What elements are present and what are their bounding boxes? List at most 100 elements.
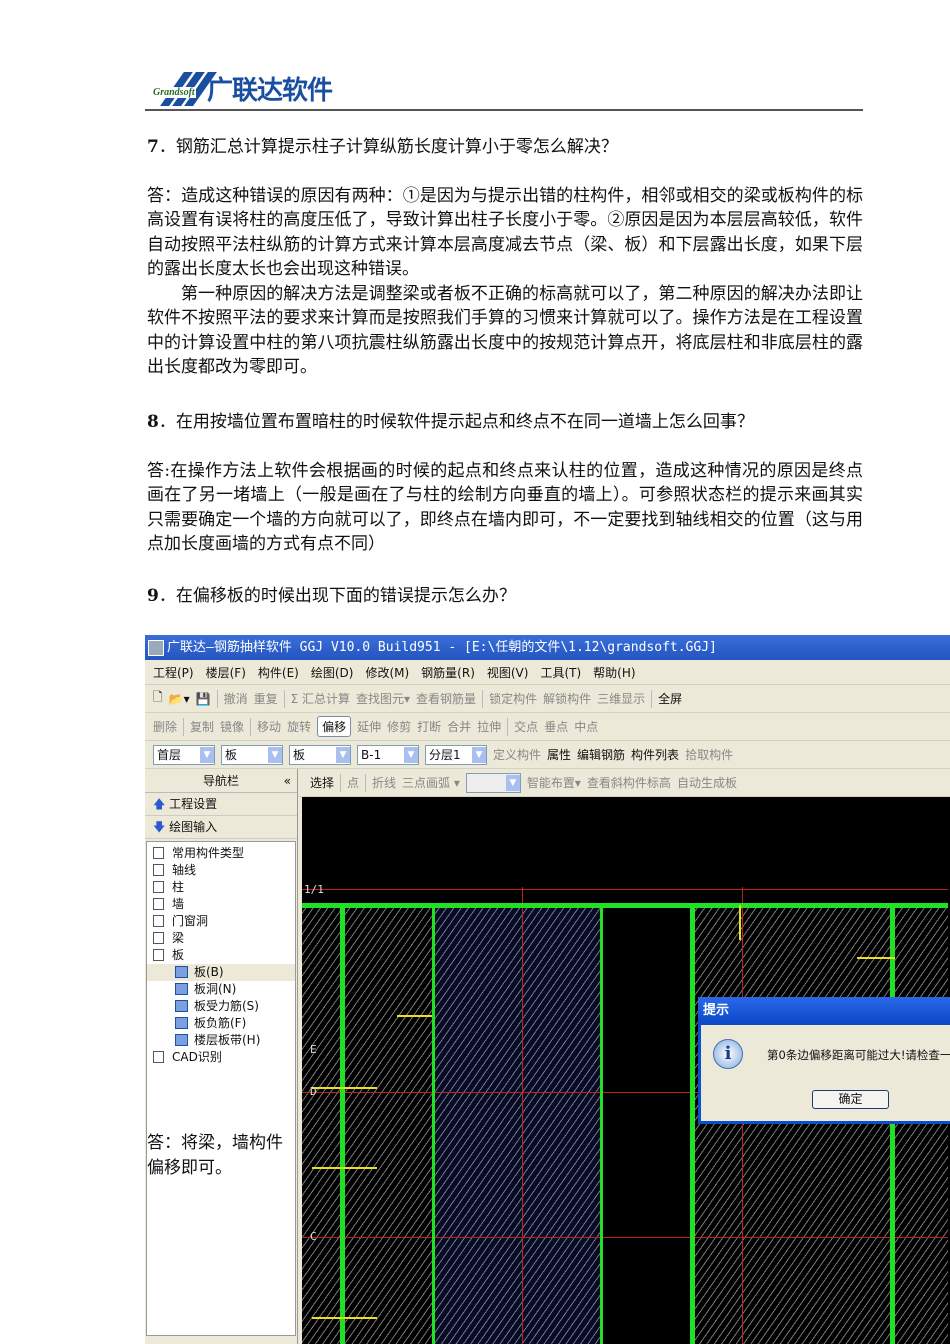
slab-hole-icon — [175, 983, 188, 995]
toolbar-standard: 🗋 📂▾ 💾 撤消 重复 Σ 汇总计算 查找图元▾ 查看钢筋量 锁定构件 解锁构件 … — [145, 685, 950, 713]
ok-button[interactable]: 确定 — [812, 1090, 889, 1109]
logo-text: 广联达软件 — [207, 76, 333, 106]
tree-item[interactable]: 楼层板带(H) — [147, 1032, 295, 1049]
define-button[interactable]: 定义构件 — [493, 746, 541, 763]
fullscreen-button[interactable]: 全屏 — [658, 690, 682, 707]
summary-calc-button[interactable]: Σ 汇总计算 — [291, 690, 350, 707]
q-title: ．在用按墙位置布置暗柱的时候软件提示起点和终点不在同一道墙上怎么回事？ — [158, 412, 754, 432]
tree-item[interactable]: 梁 — [147, 930, 295, 947]
find-element-button[interactable]: 查找图元▾ — [356, 690, 410, 707]
midpoint-button[interactable]: 中点 — [574, 718, 598, 735]
draw-option-select[interactable]: ▼ — [465, 772, 521, 793]
menu-modify[interactable]: 修改(M) — [365, 664, 409, 681]
answer-text: 答：造成这种错误的原因有两种：①是因为与提示出错的柱构件，相邻或相交的梁或板构件… — [147, 185, 863, 280]
slab-icon — [175, 966, 188, 978]
stretch-button[interactable]: 拉伸 — [477, 718, 501, 735]
slab-rebar-icon — [175, 1000, 188, 1012]
menu-tools[interactable]: 工具(T) — [540, 664, 581, 681]
delete-button[interactable]: 删除 — [153, 718, 177, 735]
menu-draw[interactable]: 绘图(D) — [311, 664, 354, 681]
tree-item[interactable]: CAD识别 — [147, 1049, 295, 1066]
point-button[interactable]: 点 — [347, 774, 359, 791]
select-button[interactable]: 选择 — [310, 774, 334, 791]
document-icon — [153, 949, 164, 961]
dialog-message: 第0条边偏移距离可能过大!请检查一下! — [767, 1048, 950, 1062]
collapse-icon[interactable]: « — [284, 769, 291, 793]
menu-project[interactable]: 工程(P) — [153, 664, 194, 681]
menu-bar: 工程(P) 楼层(F) 构件(E) 绘图(D) 修改(M) 钢筋量(R) 视图(… — [145, 660, 950, 685]
rotate-button[interactable]: 旋转 — [287, 718, 311, 735]
auto-slab-button[interactable]: 自动生成板 — [677, 774, 737, 791]
question-8: 8．在用按墙位置布置暗柱的时候软件提示起点和终点不在同一道墙上怎么回事？ 答:在… — [147, 410, 863, 557]
window-title: 广联达—钢筋抽样软件 GGJ V10.0 Build951 - [E:\任朝的文… — [145, 635, 950, 660]
tree-item[interactable]: 板 — [147, 947, 295, 964]
axis-label: D — [310, 1085, 317, 1098]
type-select[interactable]: 板 ▼ — [221, 744, 283, 765]
arc-button[interactable]: 三点画弧 ▾ — [402, 774, 460, 791]
properties-button[interactable]: 属性 — [547, 746, 571, 763]
tree-item[interactable]: 门窗洞 — [147, 913, 295, 930]
dialog-title-bar: 提示✕ — [698, 997, 950, 1025]
polyline-button[interactable]: 折线 — [372, 774, 396, 791]
nav-header: 导航栏 « — [145, 769, 297, 793]
menu-component[interactable]: 构件(E) — [258, 664, 299, 681]
mirror-button[interactable]: 镜像 — [220, 718, 244, 735]
info-icon: i — [713, 1039, 743, 1069]
pick-button[interactable]: 拾取构件 — [685, 746, 733, 763]
intersection-button[interactable]: 交点 — [514, 718, 538, 735]
copy-button[interactable]: 复制 — [190, 718, 214, 735]
layer-select[interactable]: 分层1 ▼ — [425, 744, 487, 765]
tree-item[interactable]: 轴线 — [147, 862, 295, 879]
menu-view[interactable]: 视图(V) — [487, 664, 529, 681]
menu-rebar[interactable]: 钢筋量(R) — [421, 664, 475, 681]
tree-item[interactable]: 柱 — [147, 879, 295, 896]
edit-rebar-button[interactable]: 编辑钢筋 — [577, 746, 625, 763]
offset-button[interactable]: 偏移 — [317, 716, 352, 737]
menu-floor[interactable]: 楼层(F) — [206, 664, 246, 681]
open-folder-icon[interactable]: 📂▾ — [169, 692, 190, 706]
trim-button[interactable]: 修剪 — [387, 718, 411, 735]
tree-item[interactable]: 墙 — [147, 896, 295, 913]
unlock-button[interactable]: 解锁构件 — [543, 690, 591, 707]
undo-button[interactable]: 撤消 — [224, 690, 248, 707]
component-select[interactable]: B-1 ▼ — [357, 744, 419, 765]
smart-layout-button[interactable]: 智能布置▾ — [527, 774, 581, 791]
menu-help[interactable]: 帮助(H) — [593, 664, 635, 681]
toolbar-modify: 删除 复制 镜像 移动 旋转 偏移 延伸 修剪 打断 合并 拉伸 交点 垂点 中… — [145, 713, 950, 741]
tree-item[interactable]: 常用构件类型 — [147, 845, 295, 862]
new-file-icon[interactable]: 🗋 — [153, 688, 163, 709]
document-icon — [153, 915, 164, 927]
break-button[interactable]: 打断 — [417, 718, 441, 735]
q-title: ．在偏移板的时候出现下面的错误提示怎么办？ — [158, 586, 516, 606]
subtype-select[interactable]: 板 ▼ — [289, 744, 351, 765]
drawing-canvas[interactable]: 1/1 E D C 提示✕ i 第0条边偏移距离可能过大!请检查一下! 确定 — [302, 797, 950, 1344]
document-icon — [153, 847, 164, 859]
3d-view-button[interactable]: 三维显示 — [597, 690, 645, 707]
merge-button[interactable]: 合并 — [447, 718, 471, 735]
component-list-button[interactable]: 构件列表 — [631, 746, 679, 763]
logo-mark: Grandsoft — [152, 72, 217, 106]
q-title: ．钢筋汇总计算提示柱子计算纵筋长度计算小于零怎么解决？ — [158, 137, 618, 157]
document-icon — [153, 864, 164, 876]
nav-draw-input[interactable]: 🡇 绘图输入 — [145, 816, 297, 839]
question-9: 9．在偏移板的时候出现下面的错误提示怎么办？ — [147, 584, 863, 609]
tree-item[interactable]: 板洞(N) — [147, 981, 295, 998]
nav-project-settings[interactable]: 🡅 工程设置 — [145, 793, 297, 816]
redo-button[interactable]: 重复 — [254, 690, 278, 707]
floor-select[interactable]: 首层 ▼ — [153, 744, 215, 765]
view-slope-button[interactable]: 查看斜构件标高 — [587, 774, 671, 791]
perpendicular-button[interactable]: 垂点 — [544, 718, 568, 735]
view-rebar-button[interactable]: 查看钢筋量 — [416, 690, 476, 707]
answer-text: 答:在操作方法上软件会根据画的时候的起点和终点来认柱的位置，造成这种情况的原因是… — [147, 460, 863, 555]
document-icon — [153, 932, 164, 944]
extend-button[interactable]: 延伸 — [357, 718, 381, 735]
move-button[interactable]: 移动 — [257, 718, 281, 735]
software-screenshot: 广联达—钢筋抽样软件 GGJ V10.0 Build951 - [E:\任朝的文… — [145, 635, 950, 1344]
toolbar-selectors: 首层 ▼ 板 ▼ 板 ▼ B-1 ▼ 分层1 ▼ 定义构件 属性 编辑钢筋 构件列表 拾取… — [145, 741, 950, 769]
company-logo: Grandsoft 广联达软件 — [152, 72, 333, 106]
lock-button[interactable]: 锁定构件 — [489, 690, 537, 707]
tree-item[interactable]: 板受力筋(S) — [147, 998, 295, 1015]
tree-item[interactable]: 板负筋(F) — [147, 1015, 295, 1032]
save-icon[interactable]: 💾 — [196, 692, 211, 706]
tree-item-selected[interactable]: 板(B) — [147, 964, 295, 981]
